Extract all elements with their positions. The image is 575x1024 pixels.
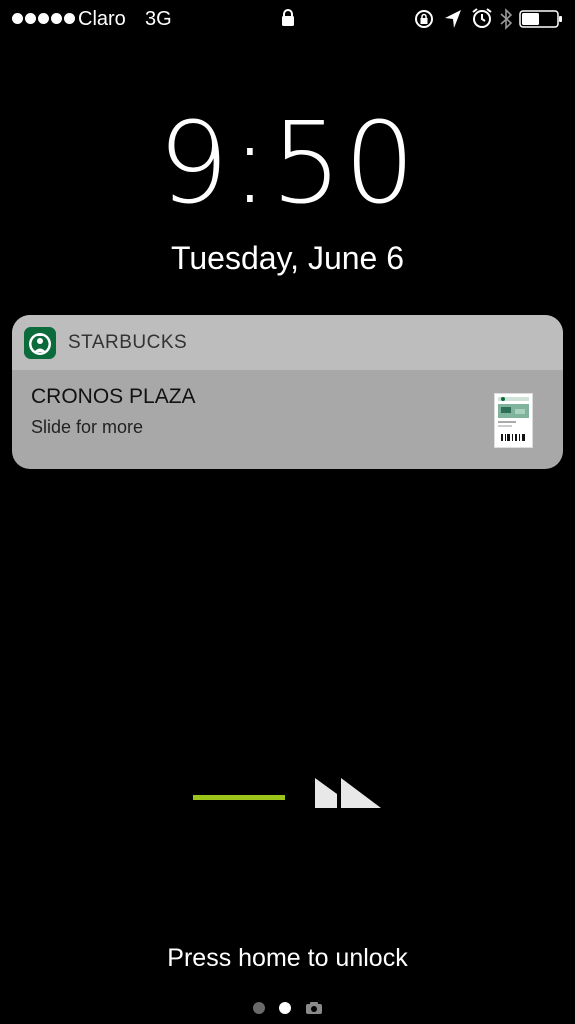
fast-forward-icon: [315, 778, 381, 808]
notification-subtitle: Slide for more: [31, 417, 144, 437]
page-dot-active[interactable]: [278, 1002, 291, 1014]
page-indicator[interactable]: [0, 1001, 575, 1015]
starbucks-app-icon: [24, 327, 56, 359]
notification-header: STARBUCKS: [12, 315, 563, 370]
lock-icon: [282, 9, 294, 26]
notification-app-name: STARBUCKS: [68, 332, 188, 353]
status-bar: Claro 3G: [0, 0, 575, 38]
camera-icon[interactable]: [305, 1001, 323, 1015]
notification-title: CRONOS PLAZA: [31, 385, 196, 408]
notification-thumbnail: [494, 393, 533, 448]
alarm-icon: [472, 8, 492, 28]
rotation-lock-icon: [415, 10, 433, 28]
signal-strength-icon: [12, 13, 75, 24]
bluetooth-icon: [500, 8, 512, 30]
lock-screen-clock: 9:50: [157, 99, 418, 229]
lock-screen-date: Tuesday, June 6: [170, 240, 405, 276]
notification-card[interactable]: STARBUCKS CRONOS PLAZA Slide for more: [12, 315, 563, 469]
location-icon: [445, 10, 461, 28]
swipe-progress-bar[interactable]: [193, 795, 285, 800]
page-dot[interactable]: [252, 1002, 265, 1014]
unlock-hint: Press home to unlock: [167, 944, 408, 972]
carrier-name: Claro: [78, 8, 126, 30]
network-type: 3G: [145, 8, 172, 30]
battery-icon: [519, 10, 562, 28]
